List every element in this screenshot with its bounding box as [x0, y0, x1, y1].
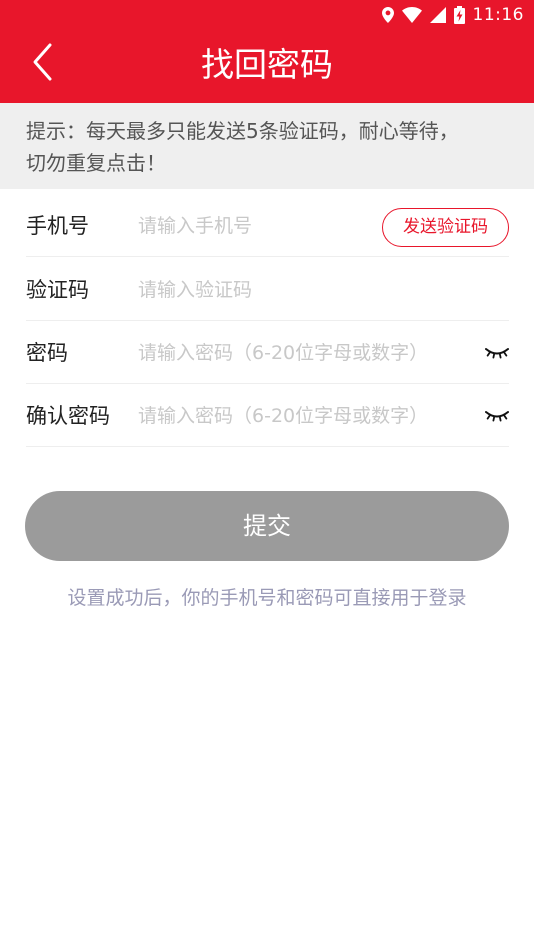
phone-input[interactable]	[138, 207, 378, 245]
tip-banner: 提示：每天最多只能发送5条验证码，耐心等待，切勿重复点击！	[0, 103, 534, 189]
login-note: 设置成功后，你的手机号和密码可直接用于登录	[67, 587, 467, 609]
phone-row: 手机号 发送验证码	[26, 195, 509, 257]
signal-icon	[429, 7, 446, 23]
location-icon	[381, 7, 394, 23]
password-row: 密码	[26, 322, 509, 384]
tip-text: 提示：每天最多只能发送5条验证码，耐心等待，切勿重复点击！	[26, 119, 459, 175]
code-row: 验证码	[26, 259, 509, 321]
password-input[interactable]	[138, 334, 478, 372]
status-time: 11:16	[472, 5, 524, 25]
confirm-password-row: 确认密码	[26, 385, 509, 447]
page-title: 找回密码	[201, 45, 333, 84]
status-bar: 11:16	[381, 4, 525, 26]
confirm-password-input[interactable]	[138, 397, 478, 435]
submit-button[interactable]: 提交	[25, 491, 509, 561]
eye-closed-icon[interactable]	[485, 344, 509, 362]
code-input[interactable]	[138, 271, 498, 309]
battery-charging-icon	[453, 6, 465, 24]
confirm-password-label: 确认密码	[26, 404, 110, 428]
send-code-button[interactable]: 发送验证码	[382, 208, 509, 247]
code-label: 验证码	[26, 278, 89, 302]
phone-label: 手机号	[26, 214, 89, 238]
wifi-icon	[401, 7, 422, 23]
app-header: 11:16 找回密码	[0, 0, 534, 103]
password-label: 密码	[26, 341, 68, 365]
eye-closed-icon[interactable]	[485, 407, 509, 425]
